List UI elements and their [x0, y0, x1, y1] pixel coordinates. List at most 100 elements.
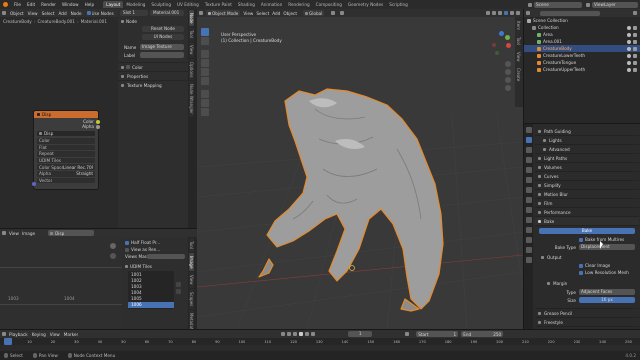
- world-tab-icon[interactable]: [525, 177, 532, 183]
- node-menu-view[interactable]: View: [26, 11, 40, 16]
- scene-selector[interactable]: Scene: [528, 1, 582, 8]
- filter-icon[interactable]: [633, 11, 637, 15]
- view-layer-tab-icon[interactable]: [525, 157, 532, 163]
- collapse-arrow-icon[interactable]: [37, 113, 40, 116]
- scene-collection-row[interactable]: Scene Collection: [524, 17, 640, 24]
- workspace-tab-layout[interactable]: Layout: [103, 1, 124, 8]
- properties-section-light-paths[interactable]: Light Paths: [535, 154, 639, 163]
- 3d-cursor[interactable]: [349, 265, 355, 271]
- outliner-item-creaturebody[interactable]: CreatureBody: [524, 45, 640, 52]
- properties-section-freestyle[interactable]: Freestyle: [535, 317, 639, 326]
- add-tile-button[interactable]: [176, 282, 181, 287]
- creature-model[interactable]: [197, 9, 523, 329]
- node-menu-select[interactable]: Select: [40, 11, 57, 16]
- prev-keyframe-icon[interactable]: [287, 332, 292, 336]
- eye-icon[interactable]: [627, 39, 631, 44]
- properties-section-curves[interactable]: Curves: [535, 172, 639, 181]
- frame-ruler[interactable]: 0102030405060708090100110120130140150160…: [0, 338, 640, 345]
- sidebar-tab-tool[interactable]: Tool: [189, 27, 194, 42]
- node-field-flat[interactable]: Flat: [37, 144, 95, 151]
- bake-multires-checkbox[interactable]: [579, 237, 583, 242]
- editor-type-icon[interactable]: [2, 332, 6, 336]
- image-selector[interactable]: Disp: [48, 230, 95, 236]
- start-field[interactable]: Start 1: [416, 331, 459, 337]
- next-keyframe-icon[interactable]: [305, 332, 310, 336]
- label-input[interactable]: [140, 52, 184, 58]
- properties-section-motion-blur[interactable]: Motion Blur: [535, 190, 639, 199]
- image-texture-node[interactable]: Disp Color Alpha Disp Color Flat Repeat UDI…: [32, 111, 100, 189]
- timeline-menu-marker[interactable]: Marker: [64, 332, 78, 337]
- end-field[interactable]: End 250: [461, 331, 504, 337]
- alpha-socket[interactable]: [96, 124, 100, 129]
- sidebar-tab-node-wrangler[interactable]: Node Wrangler: [189, 81, 194, 118]
- camera-icon[interactable]: [633, 46, 637, 51]
- editor-type-icon[interactable]: [2, 11, 6, 15]
- workspace-tab-scripting[interactable]: Scripting: [386, 1, 411, 8]
- playhead[interactable]: [4, 338, 12, 345]
- eye-icon[interactable]: [627, 60, 631, 65]
- timeline-menu-view[interactable]: View: [50, 332, 60, 337]
- scene-name[interactable]: Scene: [534, 1, 582, 8]
- workspace-tab-modeling[interactable]: Modeling: [123, 1, 148, 8]
- image-tab-view[interactable]: View: [189, 272, 194, 288]
- modifier-tab-icon[interactable]: [525, 197, 532, 203]
- outliner-item-creaturelowerteeth[interactable]: CreatureLowerTeeth: [524, 52, 640, 59]
- camera-icon[interactable]: [633, 39, 637, 44]
- half-float-checkbox[interactable]: [125, 240, 129, 245]
- node-field-color[interactable]: Color: [37, 138, 95, 144]
- bake-type-select[interactable]: Displacement: [579, 244, 635, 250]
- node-field-alpha[interactable]: Alpha Straight: [37, 170, 95, 177]
- play-reverse-icon[interactable]: [293, 332, 298, 336]
- physics-tab-icon[interactable]: [525, 217, 532, 223]
- name-input[interactable]: Image Texture: [140, 44, 184, 50]
- properties-section-lights[interactable]: Lights: [535, 136, 639, 145]
- properties-section-path-guiding[interactable]: Path Guiding: [535, 127, 639, 136]
- workspace-tab-animation[interactable]: Animation: [258, 1, 285, 8]
- timeline-menu-playback[interactable]: Playback: [9, 332, 28, 337]
- camera-icon[interactable]: [633, 67, 637, 72]
- low-res-mesh-checkbox[interactable]: [579, 270, 583, 275]
- breadcrumb-item[interactable]: CreatureBody: [3, 19, 32, 24]
- jump-start-icon[interactable]: [281, 332, 286, 336]
- eye-icon[interactable]: [627, 67, 631, 72]
- workspace-tab-uv-editing[interactable]: UV Editing: [174, 1, 202, 8]
- udim-panel-header[interactable]: UDIM Tiles: [122, 263, 188, 270]
- sidebar-tab-node[interactable]: Node: [189, 10, 194, 27]
- workspace-tab-rendering[interactable]: Rendering: [285, 1, 312, 8]
- workspace-tab-compositing[interactable]: Compositing: [313, 1, 345, 8]
- views-field[interactable]: [147, 254, 185, 259]
- render-tab-icon[interactable]: [525, 137, 532, 143]
- ui-nodes-button[interactable]: UI Nodes: [142, 34, 184, 40]
- camera-icon[interactable]: [633, 32, 637, 37]
- node-menu-add[interactable]: Add: [57, 11, 69, 16]
- properties-section-bake[interactable]: Bake: [535, 217, 639, 226]
- slot-selector[interactable]: Slot 1: [120, 10, 148, 16]
- reset-node-button[interactable]: Reset Node: [142, 26, 184, 32]
- particles-tab-icon[interactable]: [525, 207, 532, 213]
- blender-logo-icon[interactable]: [3, 2, 8, 7]
- outliner-item-area[interactable]: Area: [524, 31, 640, 38]
- menu-render[interactable]: Render: [38, 2, 59, 7]
- scene-tab-icon[interactable]: [525, 167, 532, 173]
- margin-size-field[interactable]: 16 px: [579, 297, 635, 303]
- workspace-tab-shading[interactable]: Shading: [235, 1, 258, 8]
- image-tab-image[interactable]: Image: [189, 252, 194, 272]
- properties-section-simplify[interactable]: Simplify: [535, 181, 639, 190]
- play-icon[interactable]: [299, 332, 304, 336]
- properties-section-performance[interactable]: Performance: [535, 208, 639, 217]
- menu-window[interactable]: Window: [59, 2, 82, 7]
- margin-type-select[interactable]: Adjacent Faces: [579, 289, 635, 295]
- sidebar-section-properties[interactable]: Properties: [118, 71, 188, 80]
- node-field-udim-tiles[interactable]: UDIM Tiles: [37, 157, 95, 164]
- menu-help[interactable]: Help: [82, 2, 98, 7]
- jump-end-icon[interactable]: [311, 332, 316, 336]
- properties-section-grease-pencil[interactable]: Grease Pencil: [535, 308, 639, 317]
- zoom-icon[interactable]: [110, 253, 116, 259]
- color-socket[interactable]: [96, 119, 100, 124]
- 3d-viewport[interactable]: Object Mode View Select Add Object Global U…: [197, 9, 523, 329]
- view-layer-name[interactable]: ViewLayer: [592, 1, 638, 8]
- eye-icon[interactable]: [627, 32, 631, 37]
- image-selector[interactable]: Disp: [37, 131, 95, 136]
- breadcrumb-item[interactable]: Material.001: [81, 19, 107, 24]
- outliner-item-collection[interactable]: Collection: [524, 24, 640, 31]
